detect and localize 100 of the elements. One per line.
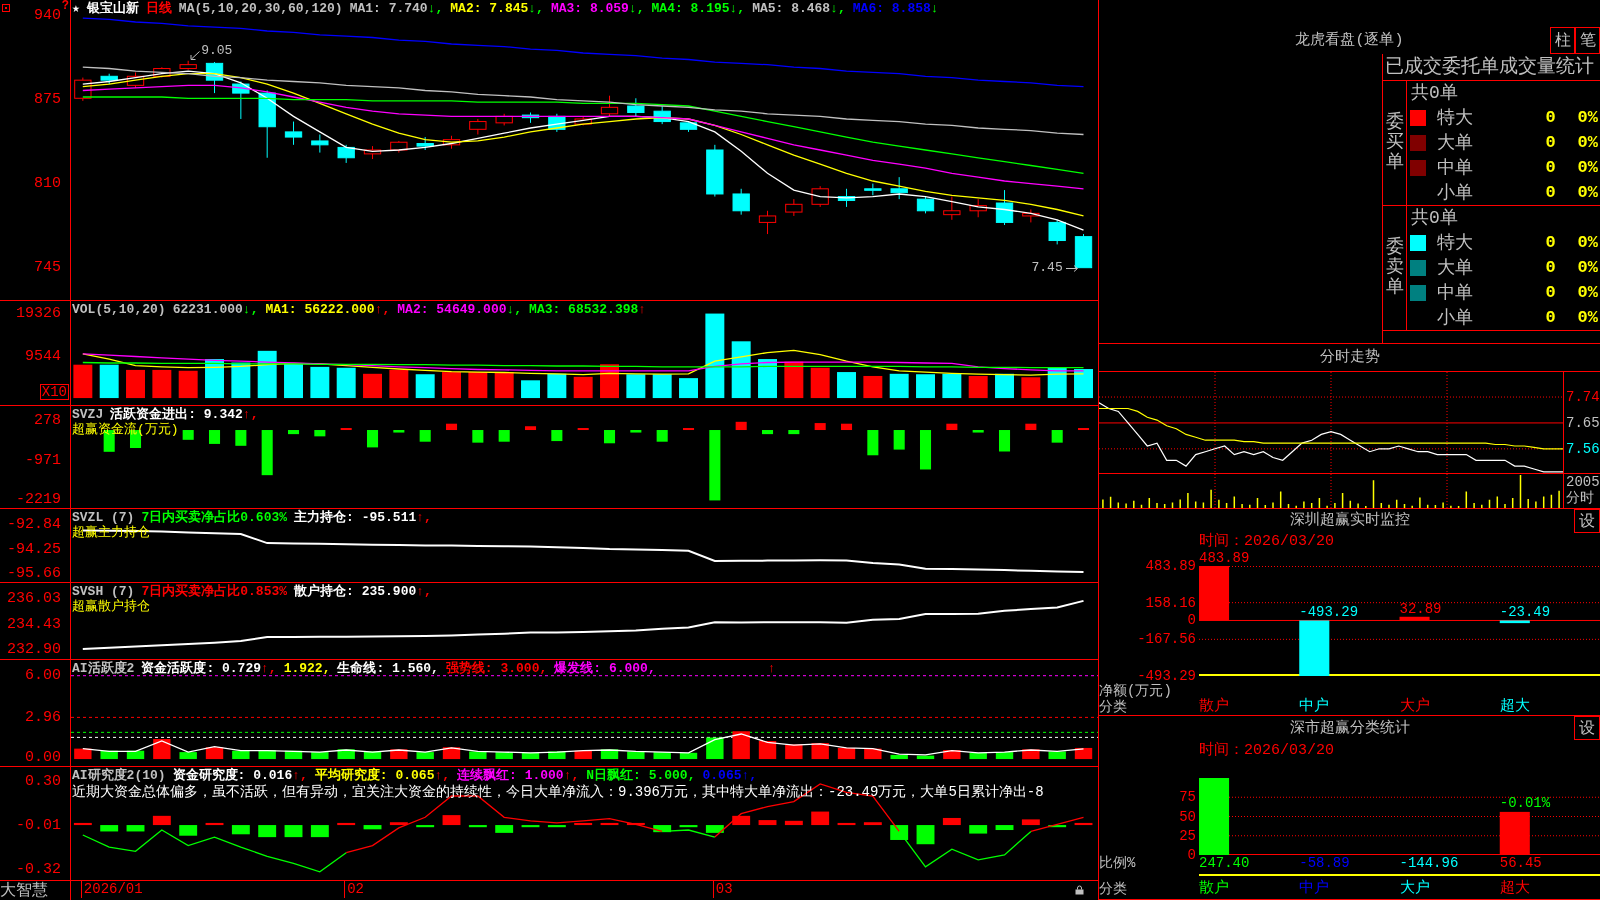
volume-bar: [573, 376, 593, 399]
volume-bar: [758, 359, 777, 399]
percent-value: 0%: [1577, 306, 1598, 329]
research-bar: [205, 822, 224, 826]
axis-label: 278: [34, 413, 61, 430]
candle: [311, 134, 329, 154]
price-annotation: 9.05: [201, 43, 233, 58]
panel-title: 龙虎看盘(逐单): [1295, 31, 1404, 50]
candle: [916, 196, 935, 214]
percent-value: 0%: [1577, 156, 1598, 179]
activity-bar: [811, 743, 829, 760]
activity-bar: [179, 752, 197, 760]
research-bar: [547, 825, 566, 828]
amount-label: -144.96: [1399, 855, 1459, 871]
activity-bar: [74, 748, 92, 760]
activity-bar: [126, 750, 145, 760]
fund-flow-bar: [446, 423, 458, 430]
activity-bar: [258, 750, 276, 760]
value-label: 483.89: [1199, 550, 1250, 566]
indicator-text: AI研究度2(10): [72, 768, 166, 783]
candle: [442, 135, 461, 150]
unit-label: X10: [39, 384, 69, 400]
candle: [969, 198, 987, 218]
candle: [548, 113, 566, 133]
activity-bar: [890, 754, 908, 760]
date-axis-label: 2026/01: [80, 881, 143, 898]
date-label: 时间：2026/03/20: [1199, 533, 1334, 550]
research-bar: [811, 811, 830, 826]
activity-bar: [837, 747, 856, 760]
fund-flow-bar: [1025, 423, 1037, 430]
research-bar: [890, 825, 909, 840]
axis-label: 0.30: [25, 774, 61, 791]
date-axis-label: 03: [712, 881, 733, 898]
research-bar: [521, 825, 540, 828]
research-bar: [942, 817, 961, 826]
activity-bar: [864, 748, 882, 760]
candle: [126, 71, 145, 89]
research-bar: [679, 825, 698, 828]
fund-flow-bar: [604, 430, 616, 444]
value-label: -493.29: [1299, 604, 1359, 621]
indicator-text: SVZJ: [72, 407, 104, 422]
indicator-text: MA2: 54649.000: [397, 302, 507, 317]
help-mark[interactable]: ?: [61, 0, 69, 12]
indicator-text: 7日内买卖净占比0.853%: [141, 584, 288, 599]
indicator-text: 资金活跃度: 0.729: [141, 661, 261, 676]
activity-bar: [232, 750, 250, 760]
axis-title: 分类: [1099, 699, 1127, 715]
indicator-text: 银宝山新: [86, 1, 139, 16]
amount-label: 247.40: [1199, 855, 1250, 871]
indicator-text: MA3: 68532.398: [529, 302, 639, 317]
candle: [732, 188, 750, 216]
lock-icon[interactable]: [1075, 885, 1084, 895]
trend-arrow: ↓,: [628, 1, 645, 16]
axis-label: -493.29: [1137, 668, 1196, 684]
volume-bar: [152, 369, 172, 399]
candle: [627, 97, 645, 117]
candle: [758, 210, 777, 235]
total-label: 共0单: [1410, 82, 1458, 105]
volume-bar: [626, 374, 646, 399]
fund-flow-bar: [551, 430, 563, 442]
activity-bar: [495, 752, 513, 760]
volume-bar: [995, 373, 1014, 399]
change-annotation: -0.01%: [1499, 794, 1551, 811]
research-bar: [258, 825, 277, 838]
candle: [258, 90, 276, 159]
trend-arrow: ↑,: [374, 302, 391, 317]
bar: [1299, 620, 1330, 676]
candle: [390, 140, 408, 154]
axis-label: 745: [34, 259, 61, 276]
indicator-text: 7日内买卖净占比0.603%: [141, 510, 288, 525]
square-icon[interactable]: [2, 4, 10, 12]
indicator-text: N日飘红: 5.000,: [586, 768, 696, 783]
bar: [1399, 616, 1430, 621]
indicator-text: 连续飘红: 1.000: [457, 768, 564, 783]
count-value: 0: [1545, 131, 1556, 154]
candle: [785, 198, 803, 217]
candle: [153, 66, 171, 79]
activity-bar: [442, 747, 461, 760]
candle: [864, 183, 882, 196]
research-bar: [732, 815, 751, 826]
axis-label: 234.43: [7, 617, 61, 633]
settings-button[interactable]: 设: [1574, 509, 1600, 533]
indicator-text: MA5: 8.468: [752, 1, 831, 16]
research-bar: [626, 822, 645, 826]
settings-button[interactable]: 设: [1574, 716, 1600, 740]
row-label: 特大: [1437, 106, 1473, 129]
trend-arrow: ↓,: [506, 302, 523, 317]
candle: [600, 95, 619, 117]
volume-bar: [99, 364, 119, 399]
trend-arrow: ↑,: [563, 768, 580, 783]
axis-label: 232.90: [7, 642, 61, 659]
volume-bar: [916, 374, 935, 399]
value-label: 32.89: [1399, 600, 1442, 617]
view-toggle-button[interactable]: 笔: [1575, 27, 1600, 54]
candle: [74, 77, 92, 102]
fund-flow-bar: [656, 430, 668, 442]
count-value: 0: [1545, 156, 1556, 179]
volume-bar: [73, 364, 93, 399]
date-axis-label: 02: [344, 881, 364, 898]
view-toggle-button[interactable]: 柱: [1550, 27, 1575, 54]
